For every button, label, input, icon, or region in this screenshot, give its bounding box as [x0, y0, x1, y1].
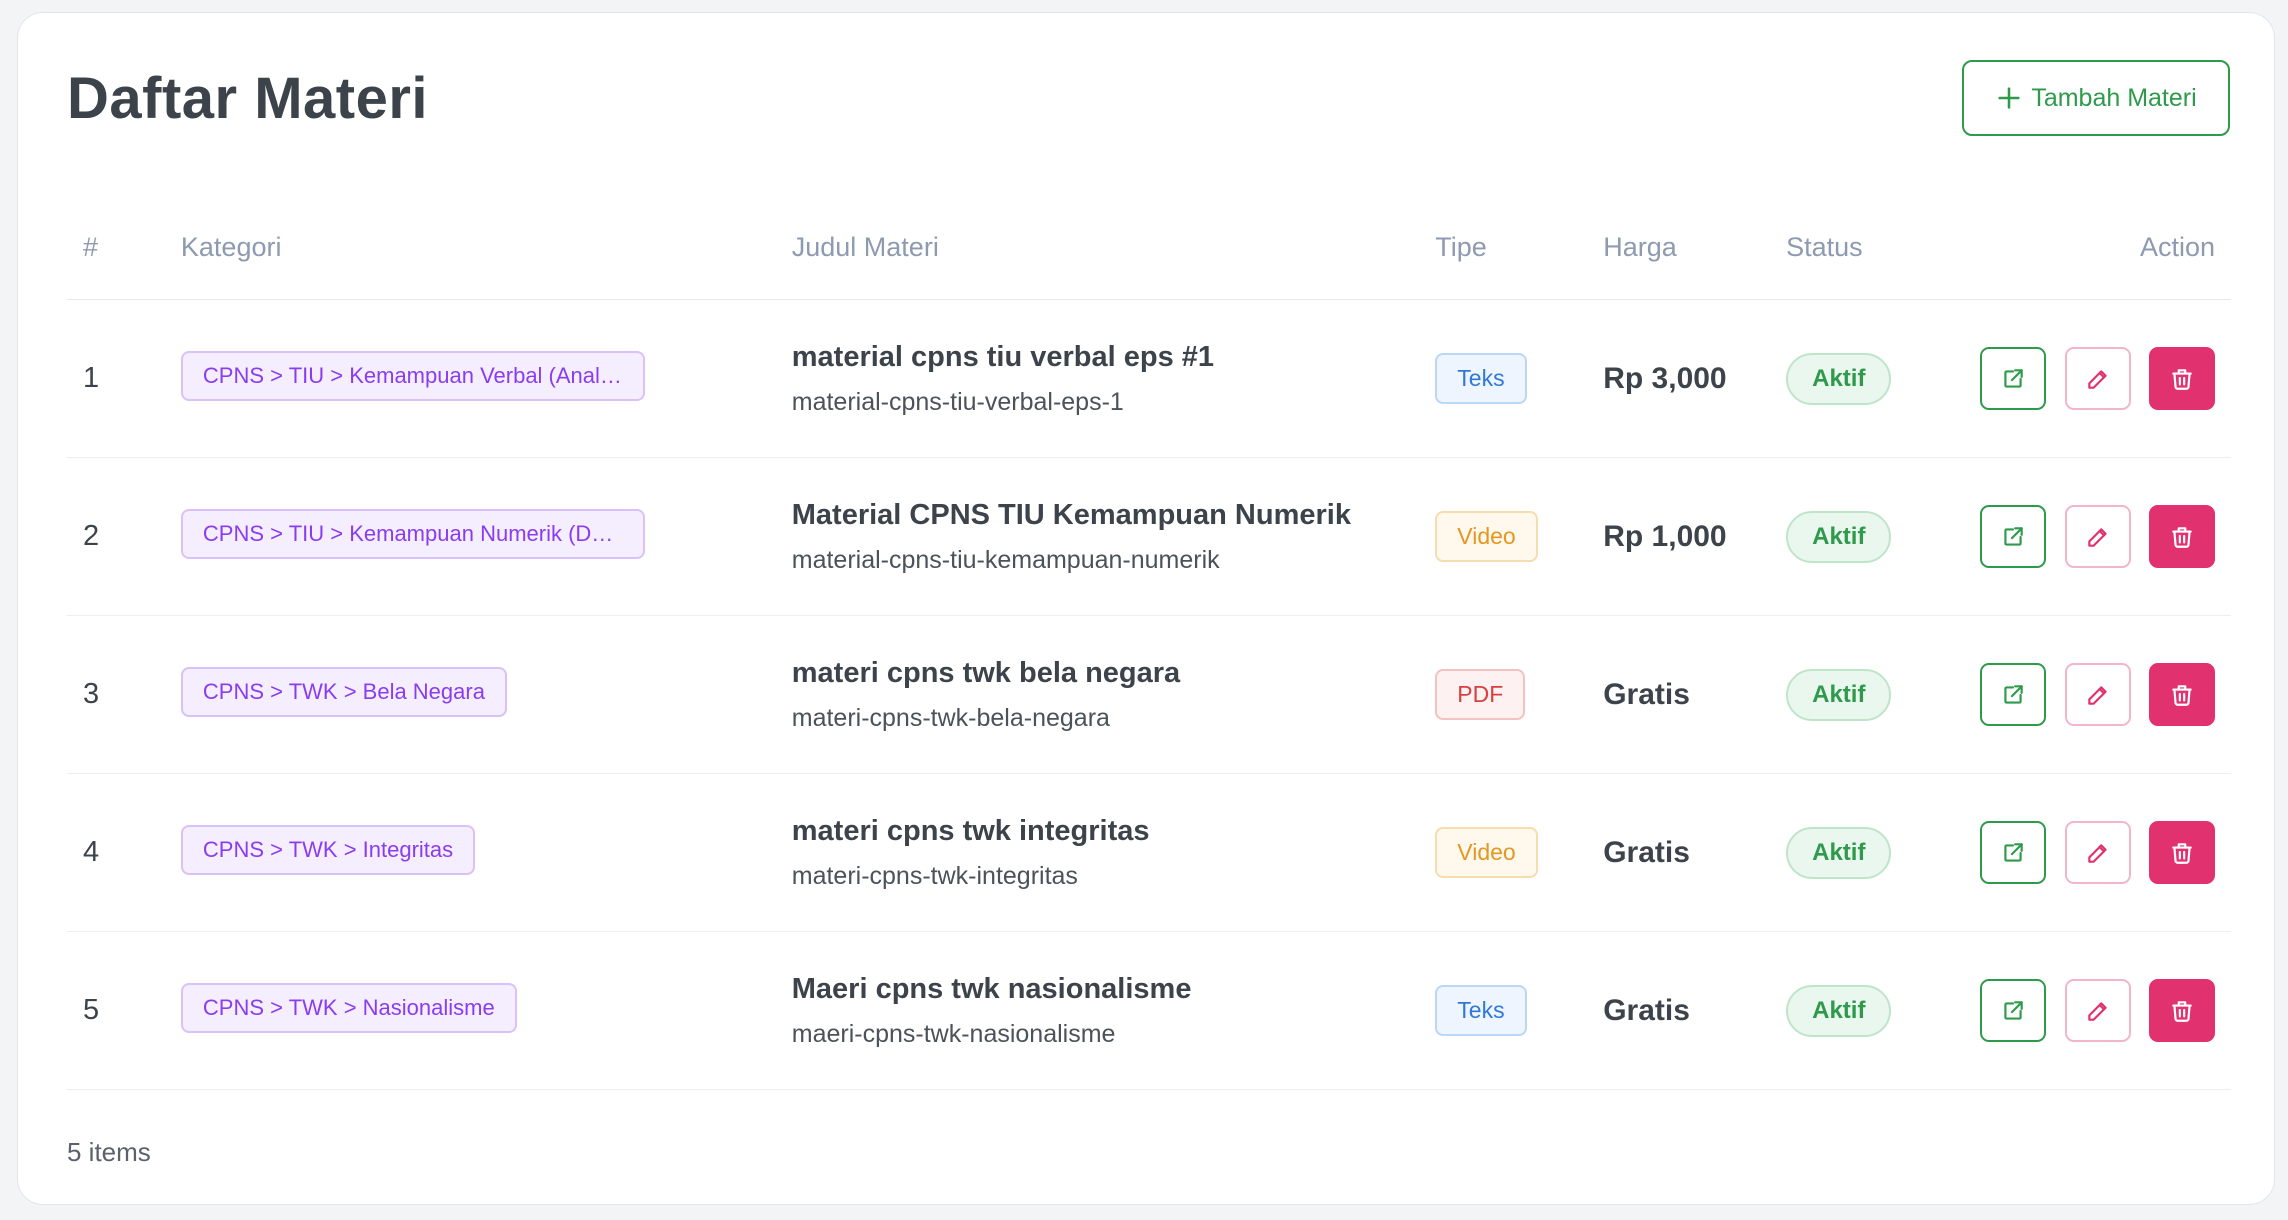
view-button[interactable] [1980, 979, 2047, 1042]
pencil-icon [2087, 843, 2107, 863]
tipe-badge: PDF [1435, 669, 1526, 720]
header-status: Status [1786, 195, 1967, 300]
trash-icon [2172, 684, 2192, 706]
header-judul: Judul Materi [791, 195, 1436, 300]
delete-button[interactable] [2149, 347, 2215, 410]
row-number: 5 [67, 931, 181, 1090]
edit-button[interactable] [2064, 663, 2131, 726]
edit-button[interactable] [2064, 505, 2131, 568]
materi-table: # Kategori Judul Materi Tipe Harga Statu… [67, 195, 2231, 1090]
external-link-icon [2004, 368, 2023, 388]
pencil-icon [2087, 527, 2107, 547]
header-tipe: Tipe [1435, 195, 1604, 300]
view-button[interactable] [1980, 505, 2047, 568]
header-kategori: Kategori [180, 195, 792, 300]
status-badge: Aktif [1786, 352, 1892, 405]
table-row: 1 CPNS > TIU > Kemampuan Verbal (Analogi… [67, 299, 2231, 458]
trash-icon [2172, 526, 2192, 548]
table-row: 4 CPNS > TWK > Integritas materi cpns tw… [67, 773, 2231, 932]
kategori-badge: CPNS > TWK > Nasionalisme [180, 983, 517, 1033]
edit-button[interactable] [2064, 979, 2131, 1042]
judul-slug: maeri-cpns-twk-nasionalisme [791, 1019, 1116, 1048]
pencil-icon [2087, 1001, 2107, 1021]
judul-title: materi cpns twk bela negara [791, 656, 1181, 689]
delete-button[interactable] [2149, 821, 2215, 884]
kategori-badge: CPNS > TWK > Integritas [180, 825, 476, 875]
tipe-badge: Video [1435, 511, 1538, 562]
judul-title: material cpns tiu verbal eps #1 [791, 340, 1215, 373]
judul-title: Maeri cpns twk nasionalisme [791, 972, 1192, 1005]
delete-button[interactable] [2149, 505, 2215, 568]
delete-button[interactable] [2149, 663, 2215, 726]
judul-slug: materi-cpns-twk-bela-negara [791, 703, 1110, 732]
pencil-icon [2087, 369, 2107, 389]
table-row: 2 CPNS > TIU > Kemampuan Numerik (Deret…… [67, 457, 2231, 616]
header-num: # [67, 195, 181, 300]
header-action: Action [1966, 195, 2231, 300]
add-materi-button[interactable]: Tambah Materi [1962, 60, 2230, 136]
kategori-badge: CPNS > TIU > Kemampuan Verbal (Analogi… [180, 351, 645, 401]
judul-title: Material CPNS TIU Kemampuan Numerik [791, 498, 1351, 531]
row-number: 3 [67, 615, 181, 774]
status-badge: Aktif [1786, 510, 1892, 563]
edit-button[interactable] [2064, 821, 2131, 884]
view-button[interactable] [1980, 347, 2047, 410]
plus-icon [1998, 87, 2020, 109]
view-button[interactable] [1980, 821, 2047, 884]
items-count: 5 items [67, 1137, 151, 1167]
kategori-badge: CPNS > TWK > Bela Negara [180, 667, 507, 717]
table-header-row: # Kategori Judul Materi Tipe Harga Statu… [67, 195, 2231, 300]
external-link-icon [2004, 526, 2023, 546]
view-button[interactable] [1980, 663, 2047, 726]
trash-icon [2172, 368, 2192, 390]
status-badge: Aktif [1786, 668, 1892, 721]
trash-icon [2172, 1000, 2192, 1022]
external-link-icon [2004, 684, 2023, 704]
trash-icon [2172, 842, 2192, 864]
row-number: 4 [67, 773, 181, 932]
external-link-icon [2004, 1000, 2023, 1020]
pencil-icon [2087, 685, 2107, 705]
kategori-badge: CPNS > TIU > Kemampuan Numerik (Deret… [180, 509, 645, 559]
tipe-badge: Teks [1435, 353, 1527, 404]
materi-card: Daftar Materi Tambah Materi # Kategori J… [17, 12, 2275, 1205]
tipe-badge: Video [1435, 827, 1538, 878]
harga-text: Gratis [1603, 677, 1690, 711]
table-row: 5 CPNS > TWK > Nasionalisme Maeri cpns t… [67, 931, 2231, 1090]
judul-slug: materi-cpns-twk-integritas [791, 861, 1078, 890]
row-number: 1 [67, 299, 181, 458]
harga-text: Rp 1,000 [1603, 519, 1727, 553]
tipe-badge: Teks [1435, 985, 1527, 1036]
add-materi-label: Tambah Materi [2031, 83, 2197, 112]
judul-slug: material-cpns-tiu-kemampuan-numerik [791, 545, 1220, 574]
table-row: 3 CPNS > TWK > Bela Negara materi cpns t… [67, 615, 2231, 774]
judul-slug: material-cpns-tiu-verbal-eps-1 [791, 387, 1124, 416]
delete-button[interactable] [2149, 979, 2215, 1042]
edit-button[interactable] [2064, 347, 2131, 410]
page-title: Daftar Materi [67, 66, 429, 131]
harga-text: Rp 3,000 [1603, 361, 1727, 395]
status-badge: Aktif [1786, 984, 1892, 1037]
header-harga: Harga [1603, 195, 1787, 300]
external-link-icon [2004, 842, 2023, 862]
harga-text: Gratis [1603, 993, 1690, 1027]
row-number: 2 [67, 457, 181, 616]
status-badge: Aktif [1786, 826, 1892, 879]
judul-title: materi cpns twk integritas [791, 814, 1150, 847]
harga-text: Gratis [1603, 835, 1690, 869]
